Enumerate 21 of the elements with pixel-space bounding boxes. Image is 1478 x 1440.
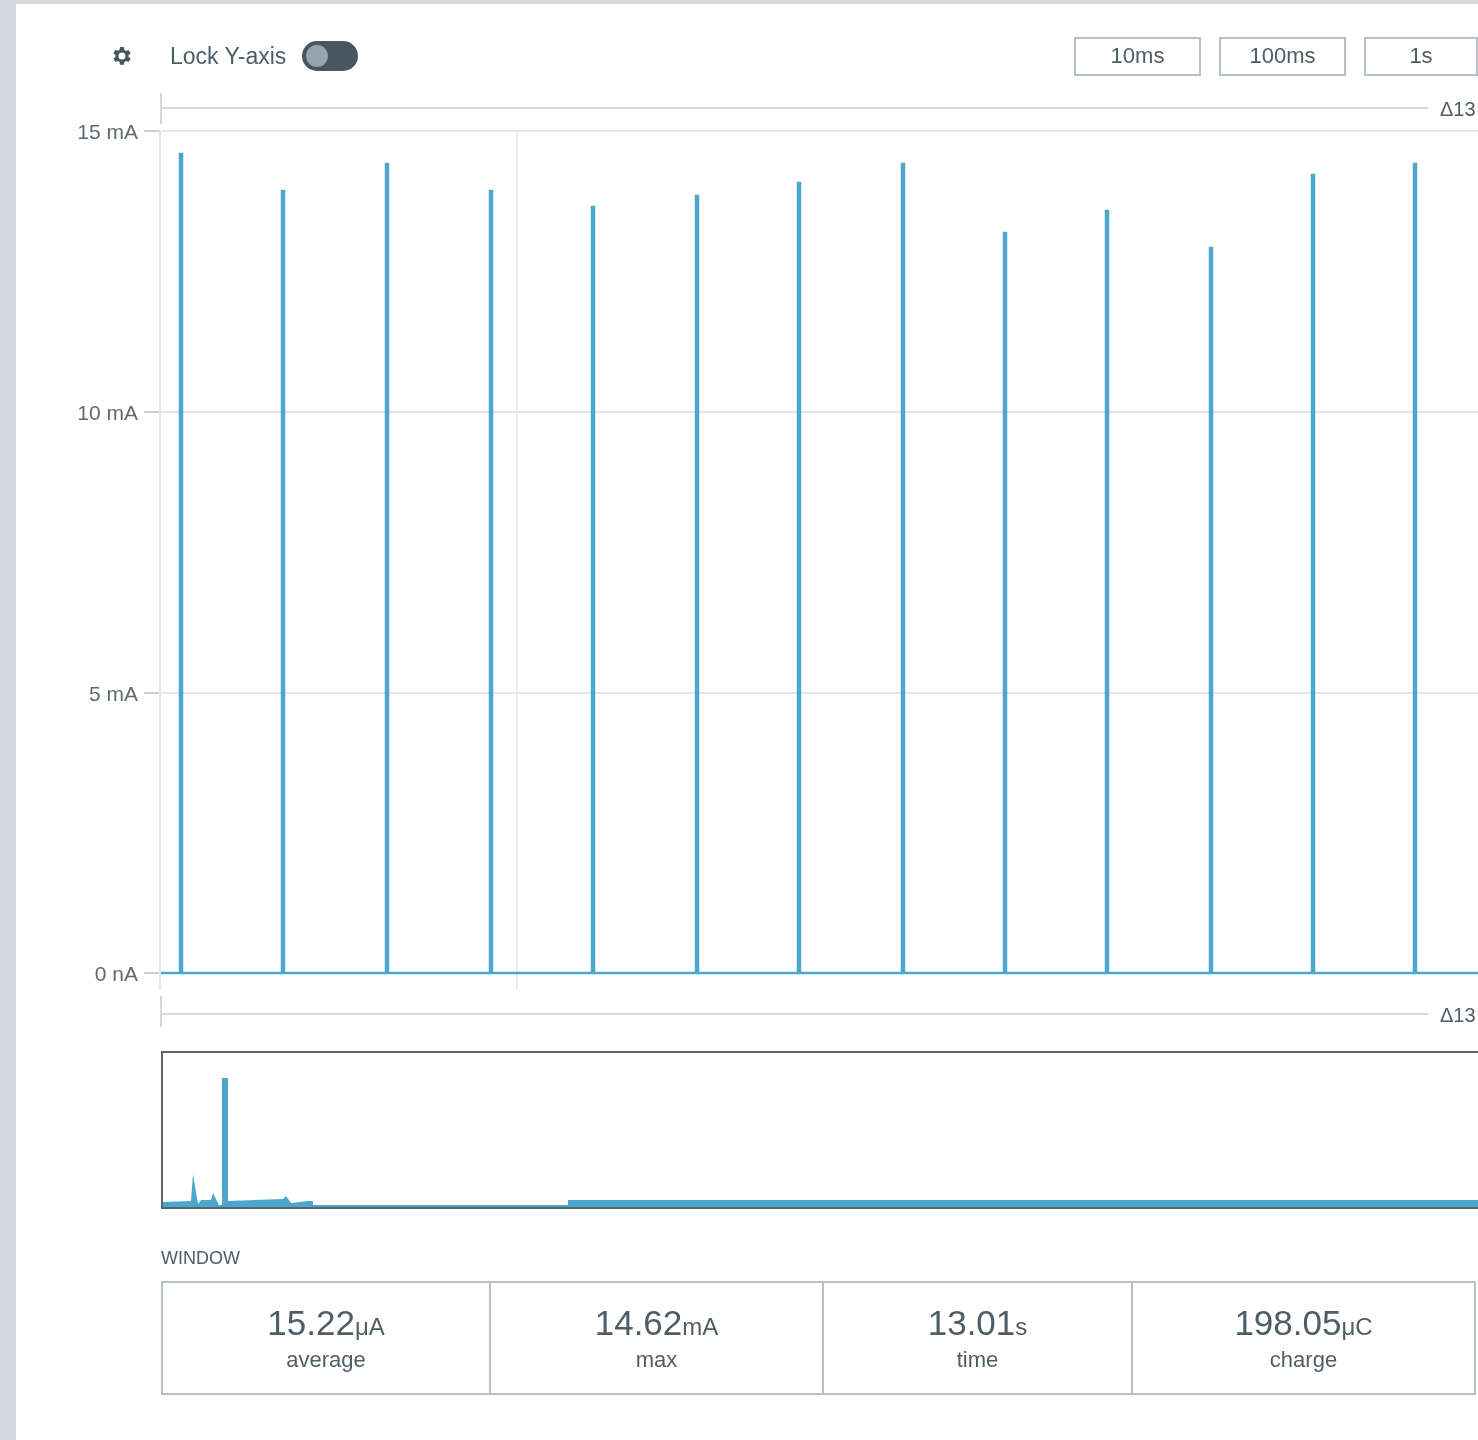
time-window-button[interactable]: 100ms xyxy=(1219,36,1346,76)
stat-label: time xyxy=(956,1347,999,1373)
time-window-button[interactable]: 10ms xyxy=(1074,36,1201,76)
stat-value: 13.01s xyxy=(927,1303,1028,1343)
time-span-label: Δ13 xyxy=(1440,98,1476,120)
stat-value: 198.05μC xyxy=(1234,1303,1373,1343)
stat-value: 14.62mA xyxy=(594,1303,719,1343)
lock-y-axis-label: Lock Y-axis xyxy=(170,42,287,70)
stat-label: average xyxy=(286,1347,366,1373)
y-axis-label: 5 mA xyxy=(89,682,138,705)
stat-label: max xyxy=(635,1347,678,1373)
y-axis-label: 10 mA xyxy=(77,401,138,424)
stat-label: charge xyxy=(1269,1347,1338,1373)
overview-panel[interactable] xyxy=(161,1051,1478,1209)
y-axis-label: 0 nA xyxy=(94,962,138,985)
time-window-button[interactable]: 1s xyxy=(1364,36,1478,76)
toggle-switch[interactable] xyxy=(302,41,359,71)
stat-value: 15.22μA xyxy=(267,1303,385,1343)
time-span-label: Δ13 xyxy=(1440,1004,1476,1026)
section-title: WINDOW xyxy=(161,1247,240,1269)
y-axis-label: 15 mA xyxy=(77,120,138,143)
